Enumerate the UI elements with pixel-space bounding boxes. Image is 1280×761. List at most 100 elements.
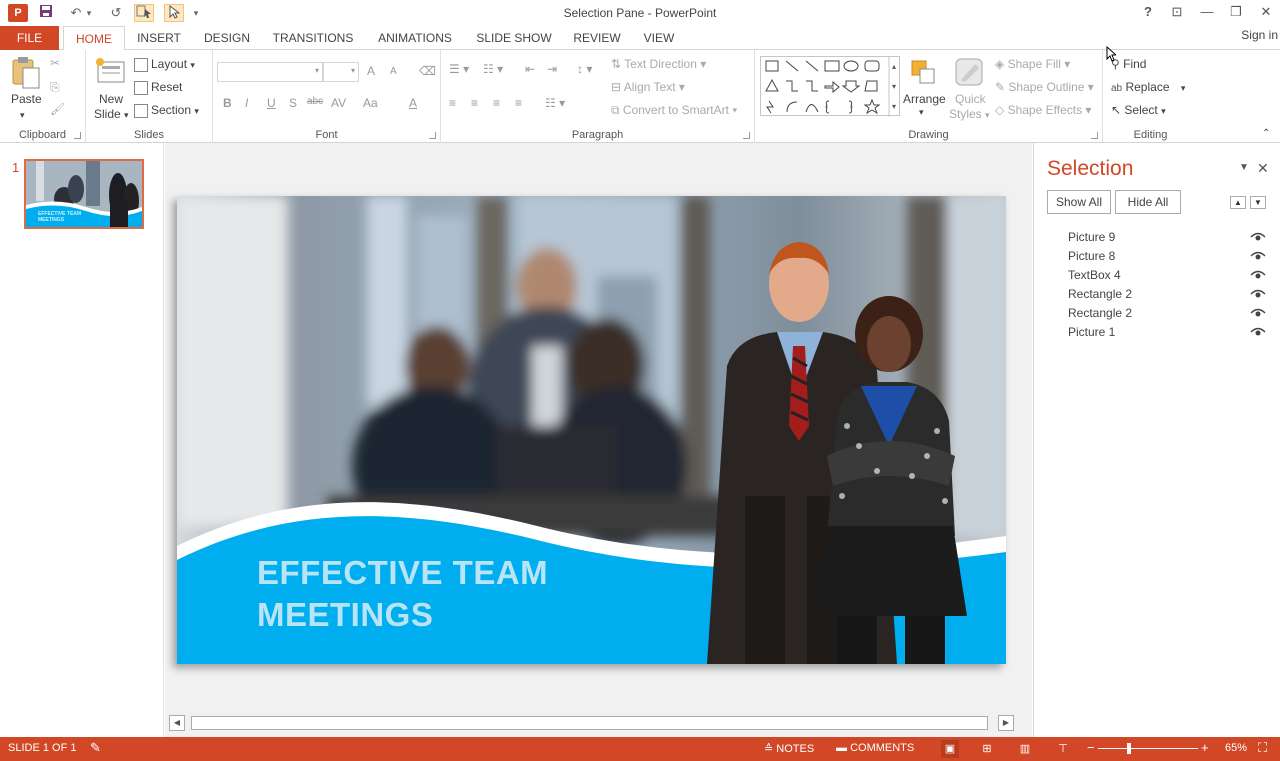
eye-icon[interactable] [1250, 231, 1266, 243]
selection-item-rectangle-2[interactable]: Rectangle 2 [1068, 285, 1268, 304]
slide-sorter-icon[interactable]: ⊞ [978, 740, 996, 758]
clear-formatting-icon[interactable]: ⌫ [419, 64, 436, 78]
shape-fill-button[interactable]: ◈ Shape Fill ▾ [995, 57, 1070, 71]
reading-view-icon[interactable]: ▥ [1016, 740, 1034, 758]
bring-forward-icon[interactable]: ▲ [1230, 196, 1246, 209]
quick-styles-label-2[interactable]: Styles ▾ [949, 107, 990, 121]
font-color-button[interactable]: A [409, 96, 417, 110]
sign-in-link[interactable]: Sign in [1241, 28, 1278, 42]
font-name-input[interactable]: ▾ [217, 62, 323, 82]
shape-outline-button[interactable]: ✎ Shape Outline ▾ [995, 80, 1094, 94]
format-painter-icon[interactable]: 🖌 [50, 102, 65, 116]
tab-design[interactable]: DESIGN [198, 26, 256, 50]
arrange-icon[interactable] [909, 58, 941, 90]
tab-home[interactable]: HOME [63, 26, 125, 51]
slide-title-line-1[interactable]: EFFECTIVE TEAM [257, 554, 548, 592]
send-backward-icon[interactable]: ▼ [1250, 196, 1266, 209]
selection-item-picture-9[interactable]: Picture 9 [1068, 228, 1268, 247]
show-all-button[interactable]: Show All [1047, 190, 1111, 214]
notes-button[interactable]: ≙ NOTES [764, 742, 814, 755]
paste-dropdown-icon[interactable]: ▾ [20, 110, 25, 121]
selection-item-picture-1[interactable]: Picture 1 [1068, 323, 1268, 342]
eye-icon[interactable] [1250, 288, 1266, 300]
shapes-gallery[interactable]: ▴ ▾ ▾ [760, 56, 900, 117]
ribbon-display-options-button[interactable]: ⊡ [1166, 3, 1188, 21]
center-icon[interactable]: ≡ [471, 96, 478, 110]
zoom-out-button[interactable]: − [1087, 740, 1095, 755]
font-launcher-icon[interactable] [429, 132, 436, 139]
drawing-launcher-icon[interactable] [1091, 132, 1098, 139]
zoom-slider-thumb[interactable] [1127, 743, 1131, 754]
increase-indent-icon[interactable]: ⇥ [547, 62, 557, 76]
tab-file[interactable]: FILE [0, 26, 59, 50]
eye-icon[interactable] [1250, 269, 1266, 281]
arrange-button[interactable]: Arrange [903, 92, 946, 106]
columns-icon[interactable]: ☷ ▾ [545, 96, 565, 110]
quick-styles-icon[interactable] [953, 56, 985, 88]
slide-title-line-2[interactable]: MEETINGS [257, 596, 433, 634]
hide-all-button[interactable]: Hide All [1115, 190, 1181, 214]
slide-show-icon[interactable]: ⊤ [1054, 740, 1072, 758]
tab-transitions[interactable]: TRANSITIONS [266, 26, 360, 50]
paste-icon[interactable] [10, 56, 42, 89]
grow-font-icon[interactable]: A [367, 64, 375, 78]
reset-button[interactable]: Reset [134, 80, 182, 95]
selection-item-textbox-4[interactable]: TextBox 4 [1068, 266, 1268, 285]
clipboard-launcher-icon[interactable] [74, 132, 81, 139]
shadow-button[interactable]: S [289, 96, 297, 110]
strikethrough-button[interactable]: abc [307, 96, 323, 107]
eye-icon[interactable] [1250, 326, 1266, 338]
select-button[interactable]: ↖ Select ▾ [1111, 103, 1166, 117]
tab-animations[interactable]: ANIMATIONS [370, 26, 460, 50]
font-size-input[interactable]: ▾ [323, 62, 359, 82]
close-pane-icon[interactable]: ✕ [1257, 160, 1269, 177]
replace-button[interactable]: ab Replace ▾ [1111, 80, 1185, 94]
selection-item-rectangle-2b[interactable]: Rectangle 2 [1068, 304, 1268, 323]
collapse-ribbon-icon[interactable]: ⌃ [1262, 128, 1270, 139]
character-spacing-button[interactable]: AV [331, 96, 346, 110]
zoom-level[interactable]: 65% [1225, 742, 1247, 754]
comments-button[interactable]: ▬ COMMENTS [836, 742, 914, 754]
new-slide-label-2[interactable]: Slide ▾ [94, 107, 129, 121]
justify-icon[interactable]: ≡ [515, 96, 522, 110]
align-text-button[interactable]: ⊟ Align Text ▾ [611, 80, 685, 94]
change-case-button[interactable]: Aa [363, 96, 378, 110]
eye-icon[interactable] [1250, 307, 1266, 319]
normal-view-icon[interactable]: ▣ [941, 740, 959, 758]
selection-item-picture-8[interactable]: Picture 8 [1068, 247, 1268, 266]
line-spacing-icon[interactable]: ↕ ▾ [577, 62, 592, 76]
close-button[interactable]: ✕ [1255, 3, 1277, 21]
section-button[interactable]: Section ▾ [134, 103, 199, 118]
shrink-font-icon[interactable]: A [390, 66, 397, 77]
pane-options-icon[interactable]: ▼ [1239, 162, 1249, 173]
minimize-button[interactable]: — [1196, 3, 1218, 21]
slide-canvas[interactable]: EFFECTIVE TEAM MEETINGS [177, 196, 1006, 664]
maximize-button[interactable]: ❐ [1225, 3, 1247, 21]
scroll-left-icon[interactable]: ◀ [169, 715, 185, 731]
align-right-icon[interactable]: ≡ [493, 96, 500, 110]
underline-button[interactable]: U [267, 96, 276, 110]
tab-review[interactable]: REVIEW [568, 26, 626, 50]
cut-icon[interactable]: ✂ [50, 56, 60, 70]
tab-insert[interactable]: INSERT [130, 26, 188, 50]
spell-check-icon[interactable]: ✎ [90, 740, 101, 756]
tab-slide-show[interactable]: SLIDE SHOW [472, 26, 556, 50]
italic-button[interactable]: I [245, 96, 248, 110]
zoom-slider[interactable] [1098, 748, 1198, 749]
scrollbar-thumb[interactable] [191, 716, 988, 730]
help-button[interactable]: ? [1137, 3, 1159, 21]
text-direction-button[interactable]: ⇅ Text Direction ▾ [611, 57, 706, 71]
copy-icon[interactable]: ⎘ [50, 80, 60, 95]
quick-styles-label[interactable]: Quick [955, 92, 986, 106]
arrange-dropdown-icon[interactable]: ▾ [919, 107, 924, 118]
shape-effects-button[interactable]: ◇ Shape Effects ▾ [995, 103, 1091, 117]
horizontal-scrollbar[interactable]: ◀ ▶ [169, 715, 1015, 731]
slide-thumbnail[interactable]: EFFECTIVE TEAM MEETINGS [24, 159, 144, 229]
layout-button[interactable]: Layout ▾ [134, 57, 195, 72]
paragraph-launcher-icon[interactable] [743, 132, 750, 139]
tab-view[interactable]: VIEW [636, 26, 682, 50]
scroll-right-icon[interactable]: ▶ [998, 715, 1014, 731]
zoom-in-button[interactable]: + [1201, 740, 1209, 755]
find-button[interactable]: ⚲ Find [1111, 57, 1146, 71]
new-slide-icon[interactable] [94, 56, 126, 88]
